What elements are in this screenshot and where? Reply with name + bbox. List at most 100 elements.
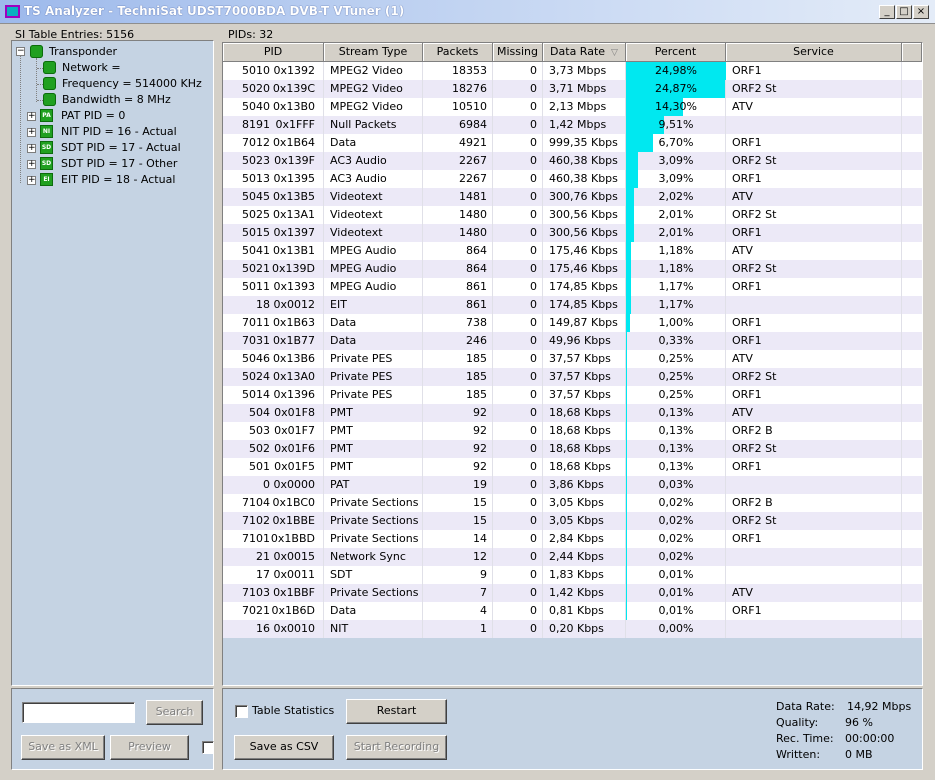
tree-item-frequency[interactable]: Frequency = 514000 KHz <box>12 76 212 92</box>
pid-hex: 0x01F6 <box>274 442 315 455</box>
table-row[interactable]: 5014 0x1396 Private PES 185 0 37,57 Kbps 0,25%… <box>223 386 922 404</box>
service-cell: ORF2 St <box>726 368 902 386</box>
table-row[interactable]: 21 0x0015 Network Sync 12 0 2,44 Kbps 0,02% <box>223 548 922 566</box>
tree-item-network[interactable]: Network = <box>12 60 212 76</box>
preview-button[interactable]: Preview <box>110 735 189 760</box>
expand-icon[interactable]: + <box>27 128 36 137</box>
tree-root-label: Transponder <box>49 45 118 58</box>
table-row[interactable]: 5011 0x1393 MPEG Audio 861 0 174,85 Kbps 1,17%… <box>223 278 922 296</box>
percent-cell: 3,09% <box>626 170 726 188</box>
data-rate-cell: 2,44 Kbps <box>543 548 626 566</box>
missing-cell: 0 <box>493 170 543 188</box>
expand-icon[interactable]: + <box>27 160 36 169</box>
table-row[interactable]: 16 0x0010 NIT 1 0 0,20 Kbps 0,00% <box>223 620 922 638</box>
pid-decimal: 7012 <box>242 136 270 149</box>
table-row[interactable]: 5024 0x13A0 Private PES 185 0 37,57 Kbps 0,25%… <box>223 368 922 386</box>
table-row[interactable]: 5015 0x1397 Videotext 1480 0 300,56 Kbps 2,01%… <box>223 224 922 242</box>
save-as-csv-button[interactable]: Save as CSV <box>234 735 334 760</box>
table-row[interactable]: 503 0x01F7 PMT 92 0 18,68 Kbps 0,13% ORF2 B <box>223 422 922 440</box>
restart-button[interactable]: Restart <box>346 699 447 724</box>
column-header-pid[interactable]: PID <box>223 43 324 62</box>
column-header-data-rate[interactable]: Data Rate ▽ <box>543 43 626 62</box>
packets-cell: 861 <box>423 278 493 296</box>
tree-item-nit[interactable]: + NI NIT PID = 16 - Actual <box>12 124 212 140</box>
table-row[interactable]: 5023 0x139F AC3 Audio 2267 0 460,38 Kbps 3,09%… <box>223 152 922 170</box>
percent-value: 0,02% <box>658 550 694 563</box>
pid-cell: 5021 0x139D <box>223 260 324 278</box>
tree-item-sdt[interactable]: + SD SDT PID = 17 - Actual <box>12 140 212 156</box>
pid-cell: 18 0x0012 <box>223 296 324 314</box>
column-header-packets[interactable]: Packets <box>423 43 493 62</box>
pid-decimal: 504 <box>249 406 270 419</box>
table-row[interactable]: 7031 0x1B77 Data 246 0 49,96 Kbps 0,33% ORF1 <box>223 332 922 350</box>
pid-cell: 5020 0x139C <box>223 80 324 98</box>
table-row[interactable]: 7011 0x1B63 Data 738 0 149,87 Kbps 1,00% ORF1 <box>223 314 922 332</box>
table-row[interactable]: 7102 0x1BBE Private Sections 15 0 3,05 Kbps 0,… <box>223 512 922 530</box>
preview-checkbox[interactable] <box>202 741 214 754</box>
table-row[interactable]: 7101 0x1BBD Private Sections 14 0 2,84 Kbps 0,… <box>223 530 922 548</box>
table-row[interactable]: 501 0x01F5 PMT 92 0 18,68 Kbps 0,13% ORF1 <box>223 458 922 476</box>
tree-item-label: Frequency = 514000 KHz <box>62 77 202 90</box>
table-row[interactable]: 8191 0x1FFF Null Packets 6984 0 1,42 Mbps 9,51… <box>223 116 922 134</box>
percent-cell: 0,01% <box>626 566 726 584</box>
service-cell: ATV <box>726 404 902 422</box>
table-row[interactable]: 7103 0x1BBF Private Sections 7 0 1,42 Kbps 0,0… <box>223 584 922 602</box>
pid-hex: 0x1B64 <box>272 136 315 149</box>
tree-root-transponder[interactable]: − Transponder <box>12 44 212 60</box>
packets-cell: 1 <box>423 620 493 638</box>
table-row[interactable]: 5021 0x139D MPEG Audio 864 0 175,46 Kbps 1,18%… <box>223 260 922 278</box>
table-row[interactable]: 5013 0x1395 AC3 Audio 2267 0 460,38 Kbps 3,09%… <box>223 170 922 188</box>
packets-cell: 12 <box>423 548 493 566</box>
table-row[interactable]: 5045 0x13B5 Videotext 1481 0 300,76 Kbps 2,02%… <box>223 188 922 206</box>
table-row[interactable]: 18 0x0012 EIT 861 0 174,85 Kbps 1,17% <box>223 296 922 314</box>
tree-item-bandwidth[interactable]: Bandwidth = 8 MHz <box>12 92 212 108</box>
percent-value: 3,09% <box>658 154 694 167</box>
stream-type-cell: MPEG Audio <box>324 242 423 260</box>
expand-icon[interactable]: + <box>27 176 36 185</box>
search-button[interactable]: Search <box>146 700 203 725</box>
stream-type-cell: Private Sections <box>324 494 423 512</box>
percent-value: 0,25% <box>658 388 694 401</box>
packets-cell: 1481 <box>423 188 493 206</box>
save-as-xml-button[interactable]: Save as XML <box>21 735 105 760</box>
tree-item-sdt[interactable]: + SD SDT PID = 17 - Other <box>12 156 212 172</box>
missing-cell: 0 <box>493 224 543 242</box>
tree-item-label: Network = <box>62 61 121 74</box>
table-row[interactable]: 7021 0x1B6D Data 4 0 0,81 Kbps 0,01% ORF1 <box>223 602 922 620</box>
service-cell <box>726 476 902 494</box>
table-row[interactable]: 504 0x01F8 PMT 92 0 18,68 Kbps 0,13% ATV <box>223 404 922 422</box>
table-row[interactable]: 5010 0x1392 MPEG2 Video 18353 0 3,73 Mbps 24,9… <box>223 62 922 80</box>
table-row[interactable]: 5025 0x13A1 Videotext 1480 0 300,56 Kbps 2,01%… <box>223 206 922 224</box>
pid-decimal: 7011 <box>242 316 270 329</box>
service-cell: ORF2 B <box>726 422 902 440</box>
column-header-missing[interactable]: Missing <box>493 43 543 62</box>
data-rate-cell: 18,68 Kbps <box>543 440 626 458</box>
table-row[interactable]: 502 0x01F6 PMT 92 0 18,68 Kbps 0,13% ORF2 St <box>223 440 922 458</box>
minimize-button[interactable]: _ <box>879 5 895 19</box>
data-rate-cell: 300,56 Kbps <box>543 206 626 224</box>
tree-item-eit[interactable]: + EI EIT PID = 18 - Actual <box>12 172 212 188</box>
si-tree[interactable]: − Transponder Network = Frequency = 514000 … <box>11 40 214 686</box>
table-statistics-checkbox[interactable] <box>235 705 248 718</box>
expand-icon[interactable]: + <box>27 112 36 121</box>
table-row[interactable]: 5020 0x139C MPEG2 Video 18276 0 3,71 Mbps 24,8… <box>223 80 922 98</box>
table-row[interactable]: 7012 0x1B64 Data 4921 0 999,35 Kbps 6,70% ORF1 <box>223 134 922 152</box>
column-header-percent[interactable]: Percent <box>626 43 726 62</box>
expand-icon[interactable]: + <box>27 144 36 153</box>
search-input[interactable] <box>22 702 135 723</box>
table-row[interactable]: 5046 0x13B6 Private PES 185 0 37,57 Kbps 0,25%… <box>223 350 922 368</box>
title-bar[interactable]: TS Analyzer - TechniSat UDST7000BDA DVB-… <box>0 0 935 24</box>
column-header-service[interactable]: Service <box>726 43 902 62</box>
table-row[interactable]: 5040 0x13B0 MPEG2 Video 10510 0 2,13 Mbps 14,3… <box>223 98 922 116</box>
pid-grid[interactable]: PID Stream Type Packets Missing Data Rate ▽ Pe… <box>222 42 923 686</box>
table-row[interactable]: 0 0x0000 PAT 19 0 3,86 Kbps 0,03% <box>223 476 922 494</box>
table-row[interactable]: 7104 0x1BC0 Private Sections 15 0 3,05 Kbps 0,… <box>223 494 922 512</box>
column-header-stream-type[interactable]: Stream Type <box>324 43 423 62</box>
table-row[interactable]: 17 0x0011 SDT 9 0 1,83 Kbps 0,01% <box>223 566 922 584</box>
table-row[interactable]: 5041 0x13B1 MPEG Audio 864 0 175,46 Kbps 1,18%… <box>223 242 922 260</box>
tree-item-pat[interactable]: + PA PAT PID = 0 <box>12 108 212 124</box>
close-button[interactable]: × <box>913 5 929 19</box>
maximize-button[interactable]: □ <box>896 5 912 19</box>
pid-cell: 5015 0x1397 <box>223 224 324 242</box>
start-recording-button[interactable]: Start Recording <box>346 735 447 760</box>
